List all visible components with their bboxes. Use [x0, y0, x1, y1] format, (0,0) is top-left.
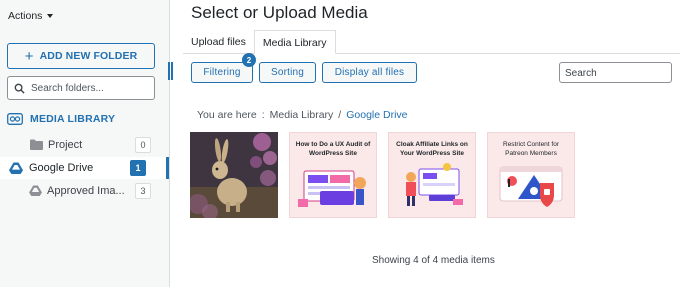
folder-icon: [30, 139, 43, 150]
media-library-label: MEDIA LIBRARY: [30, 113, 116, 125]
actions-menu[interactable]: Actions: [8, 10, 54, 22]
media-count-status: Showing 4 of 4 media items: [372, 255, 495, 266]
search-folders-box: [7, 76, 155, 100]
add-new-folder-label: ADD NEW FOLDER: [39, 50, 138, 62]
caret-down-icon: [47, 14, 54, 18]
add-new-folder-button[interactable]: + ADD NEW FOLDER: [7, 43, 155, 69]
media-search-input[interactable]: [565, 64, 666, 83]
media-search-box: [559, 62, 672, 83]
media-thumbnail[interactable]: Restrict Content for Patreon Members: [487, 132, 575, 218]
folder-count-badge: 0: [135, 137, 151, 153]
breadcrumb: You are here : Media Library / Google Dr…: [197, 109, 408, 121]
media-thumbnail[interactable]: [190, 132, 278, 218]
sidebar-resize-handle[interactable]: [168, 62, 173, 80]
breadcrumb-separator: /: [338, 109, 342, 121]
folder-item-project[interactable]: Project 0: [0, 134, 169, 156]
breadcrumb-separator: :: [261, 109, 265, 121]
search-folders-input[interactable]: [31, 82, 146, 94]
breadcrumb-prefix: You are here: [197, 109, 257, 121]
ux-audit-illustration: [298, 170, 366, 207]
folder-count-badge: 3: [135, 183, 151, 199]
restrict-content-illustration: [499, 166, 563, 207]
folder-sidebar: Actions + ADD NEW FOLDER MEDIA LIBRARY P…: [0, 0, 170, 287]
folder-item-approved-images[interactable]: Approved Ima... 3: [0, 180, 169, 202]
plus-icon: +: [24, 47, 34, 65]
actions-label: Actions: [8, 10, 43, 22]
search-icon: [14, 83, 25, 94]
google-drive-icon: [9, 162, 23, 174]
rabbit-photo: [190, 132, 278, 218]
tab-upload-files[interactable]: Upload files: [183, 30, 254, 54]
media-library-node[interactable]: MEDIA LIBRARY: [7, 111, 115, 127]
cloak-links-illustration: [406, 163, 463, 206]
folder-name: Google Drive: [29, 162, 94, 174]
folder-count-badge: 1: [130, 160, 146, 176]
breadcrumb-media-library[interactable]: Media Library: [270, 109, 334, 121]
modal-title: Select or Upload Media: [191, 3, 368, 22]
media-thumbnail[interactable]: How to Do a UX Audit of WordPress Site: [289, 132, 377, 218]
tab-media-library[interactable]: Media Library: [253, 30, 336, 54]
breadcrumb-google-drive[interactable]: Google Drive: [346, 109, 407, 121]
display-all-files-button[interactable]: Display all files: [322, 62, 417, 83]
media-thumbnail[interactable]: Cloak Affiliate Links on Your WordPress …: [388, 132, 476, 218]
media-tabs: Upload files Media Library: [183, 30, 336, 54]
folder-name: Project: [48, 139, 83, 151]
folder-name: Approved Ima...: [47, 185, 125, 197]
media-library-icon: [7, 113, 23, 125]
filter-count-badge: 2: [242, 53, 256, 67]
sorting-button[interactable]: Sorting: [259, 62, 316, 83]
folder-item-google-drive[interactable]: Google Drive 1: [0, 157, 169, 179]
google-drive-icon: [29, 185, 42, 196]
